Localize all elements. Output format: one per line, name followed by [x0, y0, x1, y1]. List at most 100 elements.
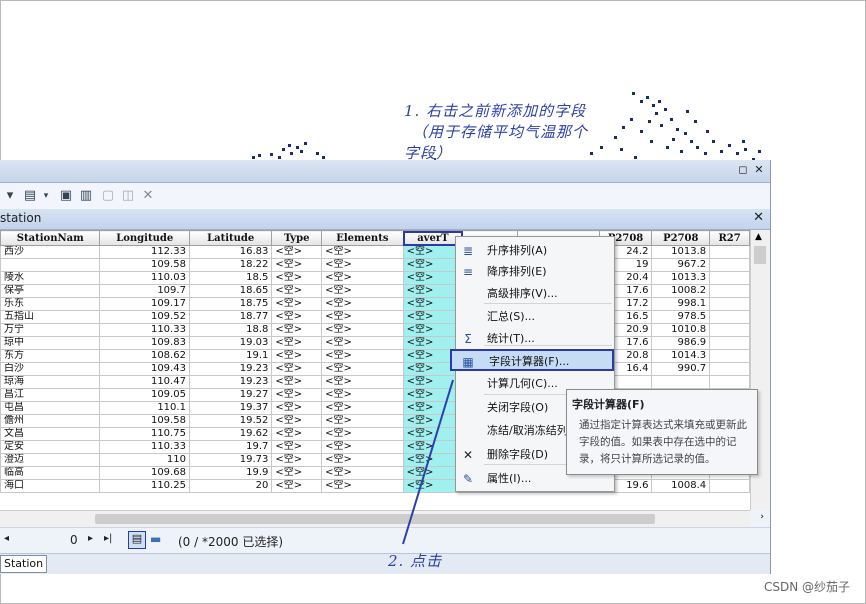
- table-cell-lon[interactable]: 109.43: [99, 362, 190, 376]
- table-row[interactable]: 琼海 110.47 19.23 <空> <空> <空>: [0, 375, 750, 389]
- zoom-selected-icon[interactable]: ◫: [120, 188, 136, 204]
- table-cell-b[interactable]: 1008.4: [651, 479, 711, 493]
- record-number[interactable]: 0: [70, 533, 78, 547]
- table-cell-name[interactable]: 乐东: [0, 297, 101, 311]
- table-cell-b[interactable]: 998.1: [651, 297, 711, 311]
- table-cell-lon[interactable]: 109.58: [99, 258, 190, 272]
- table-cell-lat[interactable]: 18.5: [188, 271, 273, 285]
- column-header[interactable]: R27: [709, 230, 750, 246]
- table-cell-elem[interactable]: <空>: [321, 414, 404, 428]
- table-cell-elem[interactable]: <空>: [321, 401, 404, 415]
- table-cell-elem[interactable]: <空>: [321, 388, 404, 402]
- table-cell-lat[interactable]: 19.7: [188, 440, 273, 454]
- table-cell-elem[interactable]: <空>: [321, 245, 404, 259]
- table-cell-c[interactable]: [709, 245, 750, 259]
- next-record-icon[interactable]: ▸: [88, 533, 93, 544]
- table-cell-lat[interactable]: 18.22: [188, 258, 273, 272]
- table-cell-elem[interactable]: <空>: [321, 258, 404, 272]
- table-cell-type[interactable]: <空>: [271, 245, 323, 259]
- table-cell-elem[interactable]: <空>: [321, 375, 404, 389]
- table-cell-type[interactable]: <空>: [271, 271, 323, 285]
- table-cell-elem[interactable]: <空>: [321, 323, 404, 337]
- related-tables-icon[interactable]: ▣: [58, 188, 74, 204]
- table-cell-lat[interactable]: 19.9: [188, 466, 273, 480]
- table-cell-name[interactable]: 定安: [0, 440, 101, 454]
- tab-station[interactable]: Station: [0, 555, 48, 573]
- table-cell-lon[interactable]: 109.83: [99, 336, 190, 350]
- table-cell-name[interactable]: 五指山: [0, 310, 101, 324]
- table-row[interactable]: 琼中 109.83 19.03 <空> <空> <空> 17.6 986.9: [0, 336, 750, 350]
- table-cell-elem[interactable]: <空>: [321, 479, 404, 493]
- table-cell-type[interactable]: <空>: [271, 427, 323, 441]
- table-cell-b[interactable]: 986.9: [651, 336, 711, 350]
- table-cell-b[interactable]: 1008.2: [651, 284, 711, 298]
- table-cell-lat[interactable]: 19.23: [188, 375, 273, 389]
- table-cell-lon[interactable]: 110: [99, 453, 190, 467]
- table-cell-lat[interactable]: 20: [188, 479, 273, 493]
- show-all-records-icon[interactable]: ▤: [128, 531, 146, 549]
- column-header-aver[interactable]: averT: [402, 230, 464, 246]
- table-cell-name[interactable]: 澄迈: [0, 453, 101, 467]
- table-cell-lon[interactable]: 108.62: [99, 349, 190, 363]
- table-row[interactable]: 东方 108.62 19.1 <空> <空> <空> 20.8 1014.3: [0, 349, 750, 363]
- table-cell-type[interactable]: <空>: [271, 297, 323, 311]
- table-cell-name[interactable]: 琼海: [0, 375, 101, 389]
- last-record-icon[interactable]: ▸|: [104, 533, 112, 544]
- table-cell-lat[interactable]: 19.62: [188, 427, 273, 441]
- table-cell-elem[interactable]: <空>: [321, 297, 404, 311]
- menu-item[interactable]: 汇总(S)...: [456, 306, 614, 328]
- table-cell-lon[interactable]: 109.58: [99, 414, 190, 428]
- table-cell-elem[interactable]: <空>: [321, 310, 404, 324]
- table-cell-lat[interactable]: 19.37: [188, 401, 273, 415]
- table-cell-lon[interactable]: 112.33: [99, 245, 190, 259]
- table-row[interactable]: 万宁 110.33 18.8 <空> <空> <空> 20.9 1010.8: [0, 323, 750, 337]
- table-cell-c[interactable]: [709, 375, 750, 389]
- table-cell-elem[interactable]: <空>: [321, 453, 404, 467]
- table-cell-aver[interactable]: <空>: [402, 336, 464, 350]
- table-cell-name[interactable]: 东方: [0, 349, 101, 363]
- column-header[interactable]: Elements: [321, 230, 404, 246]
- table-cell-aver[interactable]: <空>: [402, 297, 464, 311]
- table-cell-lon[interactable]: 109.17: [99, 297, 190, 311]
- table-cell-c[interactable]: [709, 258, 750, 272]
- clear-selection-icon[interactable]: ▢: [100, 188, 116, 204]
- table-cell-lon[interactable]: 109.05: [99, 388, 190, 402]
- table-cell-lat[interactable]: 19.73: [188, 453, 273, 467]
- table-cell-type[interactable]: <空>: [271, 440, 323, 454]
- table-cell-type[interactable]: <空>: [271, 336, 323, 350]
- table-cell-elem[interactable]: <空>: [321, 440, 404, 454]
- table-row[interactable]: 陵水 110.03 18.5 <空> <空> <空> 20.4 1013.3: [0, 271, 750, 285]
- table-cell-lat[interactable]: 16.83: [188, 245, 273, 259]
- table-cell-name[interactable]: 陵水: [0, 271, 101, 285]
- table-cell-type[interactable]: <空>: [271, 362, 323, 376]
- table-cell-lon[interactable]: 110.33: [99, 440, 190, 454]
- table-cell-b[interactable]: 990.7: [651, 362, 711, 376]
- close-icon[interactable]: ✕: [752, 163, 766, 177]
- table-cell-aver[interactable]: <空>: [402, 323, 464, 337]
- table-cell-c[interactable]: [709, 479, 750, 493]
- table-cell-lon[interactable]: 109.68: [99, 466, 190, 480]
- menu-item[interactable]: 高级排序(V)...: [456, 283, 614, 305]
- table-row[interactable]: 109.58 18.22 <空> <空> <空> 19 967.2: [0, 258, 750, 272]
- table-cell-lat[interactable]: 19.1: [188, 349, 273, 363]
- table-cell-b[interactable]: 1013.3: [651, 271, 711, 285]
- table-cell-type[interactable]: <空>: [271, 466, 323, 480]
- show-selected-records-icon[interactable]: ▬: [150, 532, 161, 546]
- table-cell-c[interactable]: [709, 310, 750, 324]
- table-cell-type[interactable]: <空>: [271, 388, 323, 402]
- table-options-icon[interactable]: ▤: [22, 188, 38, 204]
- table-cell-lat[interactable]: 19.52: [188, 414, 273, 428]
- column-header[interactable]: StationNam: [0, 230, 101, 246]
- scroll-thumb[interactable]: [95, 514, 655, 524]
- chevron-left-icon[interactable]: ◂: [4, 533, 9, 544]
- table-cell-lat[interactable]: 19.03: [188, 336, 273, 350]
- table-cell-type[interactable]: <空>: [271, 414, 323, 428]
- column-header[interactable]: P2708: [651, 230, 711, 246]
- chevron-up-icon[interactable]: ▲: [755, 232, 762, 242]
- menu-item[interactable]: ≣ 升序排列(A): [456, 240, 614, 262]
- table-cell-c[interactable]: [709, 284, 750, 298]
- chevron-down-icon[interactable]: ▾: [38, 188, 54, 204]
- menu-item[interactable]: ≡ 降序排列(E): [456, 261, 614, 283]
- table-cell-lon[interactable]: 110.33: [99, 323, 190, 337]
- table-cell-b[interactable]: 967.2: [651, 258, 711, 272]
